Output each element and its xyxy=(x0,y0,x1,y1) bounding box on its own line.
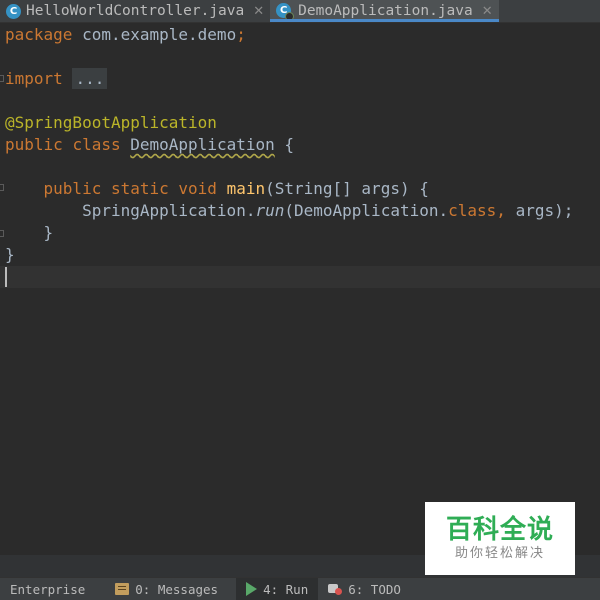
tool-label: Enterprise xyxy=(10,581,86,597)
code-line-8: public static void main(String[] args) { xyxy=(43,179,429,198)
code-line-3: import ... xyxy=(5,68,108,90)
tool-label: 6: TODO xyxy=(348,581,401,597)
class-name-warning: DemoApplication xyxy=(130,135,275,154)
tool-label: 0: Messages xyxy=(135,581,219,597)
fold-marker-icon[interactable] xyxy=(0,184,4,191)
class-icon: C xyxy=(6,3,21,19)
tool-todo[interactable]: 6: TODO xyxy=(318,578,411,600)
tool-enterprise[interactable]: Enterprise xyxy=(0,578,95,600)
code-line-10: } xyxy=(5,223,54,242)
watermark-title: 百科全说 xyxy=(445,514,554,545)
tool-run[interactable]: 4: Run xyxy=(236,578,319,600)
fold-marker-icon[interactable] xyxy=(0,75,4,82)
tab-demo-application[interactable]: C DemoApplication.java ✕ xyxy=(270,0,499,22)
code-line-5: @SpringBootApplication xyxy=(5,113,217,132)
code-line-1: package com.example.demo; xyxy=(5,25,246,44)
messages-icon xyxy=(115,583,130,595)
watermark-logo: 百科全说 助你轻松解决 xyxy=(425,502,575,575)
tool-label: 4: Run xyxy=(263,581,309,597)
close-icon[interactable]: ✕ xyxy=(253,4,264,19)
tab-label: HelloWorldController.java xyxy=(26,3,245,19)
tool-window-bar: Enterprise 0: Messages 4: Run 6: TODO xyxy=(0,577,600,600)
todo-icon xyxy=(328,583,343,595)
tool-messages[interactable]: 0: Messages xyxy=(105,578,228,600)
code-line-11: } xyxy=(5,245,15,264)
text-caret xyxy=(5,267,7,287)
fold-marker-icon[interactable] xyxy=(0,230,4,237)
code-editor[interactable]: package com.example.demo; import ... @Sp… xyxy=(0,23,600,578)
close-icon[interactable]: ✕ xyxy=(482,4,493,19)
run-icon xyxy=(246,582,258,596)
editor-tab-bar: C HelloWorldController.java ✕ C DemoAppl… xyxy=(0,0,600,23)
tab-label: DemoApplication.java xyxy=(298,3,473,19)
code-line-6: public class DemoApplication { xyxy=(5,135,295,154)
tab-hello-world-controller[interactable]: C HelloWorldController.java ✕ xyxy=(0,0,270,22)
folded-imports[interactable]: ... xyxy=(72,68,108,89)
code-line-9: SpringApplication.run(DemoApplication.cl… xyxy=(82,201,574,220)
spring-boot-class-icon: C xyxy=(276,3,295,21)
current-line-highlight xyxy=(0,266,600,288)
watermark-subtitle: 助你轻松解决 xyxy=(454,545,545,561)
